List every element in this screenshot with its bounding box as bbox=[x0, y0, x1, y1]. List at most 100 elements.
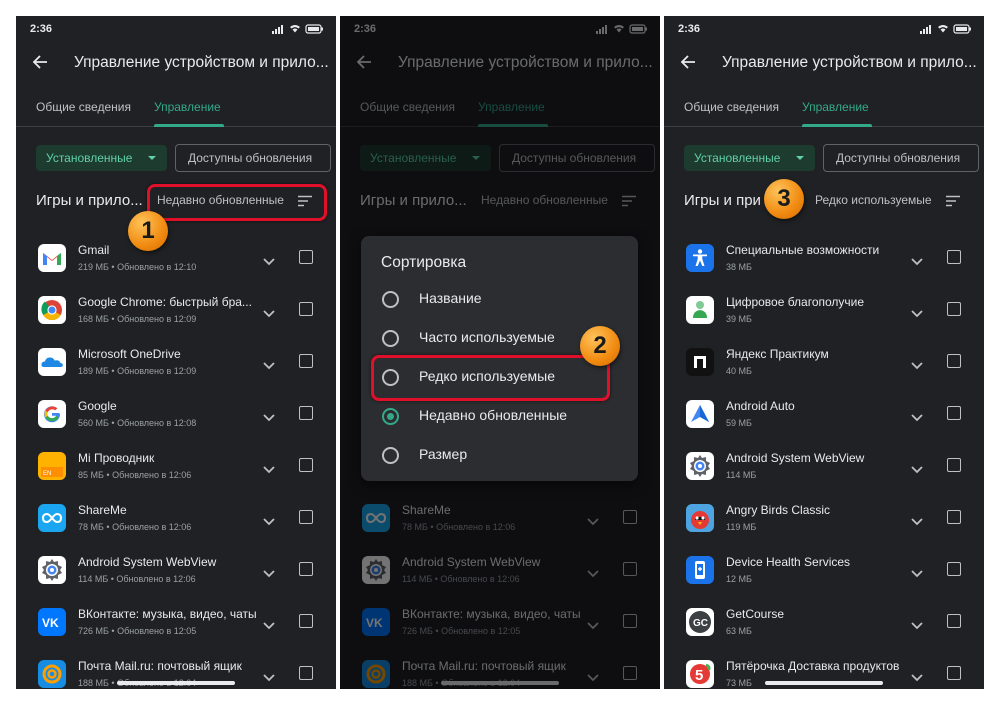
chevron-down-icon[interactable] bbox=[911, 617, 923, 635]
select-checkbox[interactable] bbox=[299, 614, 313, 628]
sort-icon[interactable] bbox=[945, 194, 961, 212]
app-list-item[interactable]: ShareMe 78 МБ • Обновлено в 12:06 bbox=[16, 494, 336, 546]
installed-filter-chip[interactable]: Установленные bbox=[36, 145, 167, 171]
select-checkbox[interactable] bbox=[947, 406, 961, 420]
app-meta: 63 МБ bbox=[726, 626, 752, 636]
updates-chip-label: Доступны обновления bbox=[188, 151, 313, 165]
app-list-item[interactable]: Gmail 219 МБ • Обновлено в 12:10 bbox=[16, 234, 336, 286]
select-checkbox[interactable] bbox=[947, 354, 961, 368]
app-name: Mi Проводник bbox=[78, 451, 155, 465]
radio-button-selected[interactable] bbox=[382, 408, 399, 425]
tab-manage[interactable]: Управление bbox=[802, 100, 869, 114]
chevron-down-icon[interactable] bbox=[911, 669, 923, 687]
chevron-down-icon[interactable] bbox=[263, 461, 275, 479]
app-meta: 59 МБ bbox=[726, 418, 752, 428]
dropdown-caret-icon bbox=[148, 156, 156, 160]
chevron-down-icon[interactable] bbox=[911, 253, 923, 271]
app-list-item[interactable]: Device Health Services 12 МБ bbox=[664, 546, 984, 598]
angry-birds-icon bbox=[686, 504, 714, 532]
select-checkbox[interactable] bbox=[947, 510, 961, 524]
select-checkbox[interactable] bbox=[299, 302, 313, 316]
section-heading: Игры и при bbox=[684, 192, 761, 209]
chevron-down-icon[interactable] bbox=[263, 253, 275, 271]
app-list-item[interactable]: Google Chrome: быстрый бра... 168 МБ • Об… bbox=[16, 286, 336, 338]
back-arrow-icon[interactable] bbox=[32, 54, 48, 75]
app-name: Android System WebView bbox=[78, 555, 217, 569]
svg-text:VK: VK bbox=[42, 616, 59, 630]
app-name: Angry Birds Classic bbox=[726, 503, 831, 517]
chevron-down-icon[interactable] bbox=[263, 617, 275, 635]
select-checkbox[interactable] bbox=[947, 458, 961, 472]
app-list-item[interactable]: Android System WebView 114 МБ bbox=[664, 442, 984, 494]
radio-button[interactable] bbox=[382, 291, 399, 308]
chevron-down-icon[interactable] bbox=[911, 357, 923, 375]
chevron-down-icon[interactable] bbox=[911, 409, 923, 427]
app-list-item[interactable]: VK ВКонтакте: музыка, видео, чаты 726 МБ •… bbox=[16, 598, 336, 650]
android-auto-icon bbox=[686, 400, 714, 428]
app-list-item[interactable]: Angry Birds Classic 119 МБ bbox=[664, 494, 984, 546]
back-arrow-icon[interactable] bbox=[680, 54, 696, 75]
select-checkbox[interactable] bbox=[299, 406, 313, 420]
app-meta: 168 МБ • Обновлено в 12:09 bbox=[78, 314, 197, 324]
app-list-item[interactable]: Google 560 МБ • Обновлено в 12:08 bbox=[16, 390, 336, 442]
status-time: 2:36 bbox=[30, 23, 53, 35]
wellbeing-icon bbox=[686, 296, 714, 324]
app-list-item[interactable]: Android Auto 59 МБ bbox=[664, 390, 984, 442]
select-checkbox[interactable] bbox=[947, 614, 961, 628]
app-list-item[interactable]: GC GetCourse 63 МБ bbox=[664, 598, 984, 650]
chevron-down-icon[interactable] bbox=[911, 305, 923, 323]
chevron-down-icon[interactable] bbox=[263, 513, 275, 531]
chevron-down-icon[interactable] bbox=[263, 305, 275, 323]
tab-overview[interactable]: Общие сведения bbox=[36, 100, 131, 114]
select-checkbox[interactable] bbox=[299, 510, 313, 524]
sort-button[interactable]: Редко используемые bbox=[815, 193, 932, 207]
app-bar: Управление устройством и прило... bbox=[664, 42, 984, 84]
app-meta: 38 МБ bbox=[726, 262, 752, 272]
radio-button[interactable] bbox=[382, 330, 399, 347]
select-checkbox[interactable] bbox=[299, 458, 313, 472]
home-indicator bbox=[117, 681, 235, 685]
chevron-down-icon[interactable] bbox=[263, 357, 275, 375]
tab-overview[interactable]: Общие сведения bbox=[684, 100, 779, 114]
tab-bar: Общие сведения Управление bbox=[16, 96, 336, 127]
chevron-down-icon[interactable] bbox=[911, 461, 923, 479]
select-checkbox[interactable] bbox=[947, 302, 961, 316]
sort-option-recent[interactable]: Недавно обновленные bbox=[361, 397, 638, 435]
select-checkbox[interactable] bbox=[299, 562, 313, 576]
select-checkbox[interactable] bbox=[947, 562, 961, 576]
chevron-down-icon[interactable] bbox=[911, 513, 923, 531]
highlight-sort-button bbox=[147, 184, 327, 221]
chevron-down-icon[interactable] bbox=[263, 565, 275, 583]
installed-filter-chip[interactable]: Установленные bbox=[684, 145, 815, 171]
tab-manage[interactable]: Управление bbox=[154, 100, 221, 114]
device-health-icon bbox=[686, 556, 714, 584]
app-list-item[interactable]: Цифровое благополучие 39 МБ bbox=[664, 286, 984, 338]
app-list-item[interactable]: Microsoft OneDrive 189 МБ • Обновлено в 1… bbox=[16, 338, 336, 390]
app-list-item[interactable]: Яндекс Практикум 40 МБ bbox=[664, 338, 984, 390]
select-checkbox[interactable] bbox=[299, 250, 313, 264]
updates-filter-chip[interactable]: Доступны обновления bbox=[823, 144, 979, 172]
mailru-icon bbox=[38, 660, 66, 688]
gmail-icon bbox=[38, 244, 66, 272]
app-name: GetCourse bbox=[726, 607, 785, 621]
app-list-item[interactable]: Специальные возможности 38 МБ bbox=[664, 234, 984, 286]
chrome-icon bbox=[38, 296, 66, 324]
app-list-item[interactable]: Android System WebView 114 МБ • Обновлено… bbox=[16, 546, 336, 598]
select-checkbox[interactable] bbox=[947, 250, 961, 264]
select-checkbox[interactable] bbox=[947, 666, 961, 680]
select-checkbox[interactable] bbox=[299, 354, 313, 368]
page-title: Управление устройством и прило... bbox=[722, 54, 977, 71]
chevron-down-icon[interactable] bbox=[263, 669, 275, 687]
chevron-down-icon[interactable] bbox=[263, 409, 275, 427]
radio-button[interactable] bbox=[382, 447, 399, 464]
app-list-item[interactable]: EN Mi Проводник 85 МБ • Обновлено в 12:06 bbox=[16, 442, 336, 494]
updates-filter-chip[interactable]: Доступны обновления bbox=[175, 144, 331, 172]
select-checkbox[interactable] bbox=[299, 666, 313, 680]
chevron-down-icon[interactable] bbox=[911, 565, 923, 583]
sort-option-name[interactable]: Название bbox=[361, 280, 638, 318]
accessibility-icon bbox=[686, 244, 714, 272]
app-name: Microsoft OneDrive bbox=[78, 347, 181, 361]
step-badge-2: 2 bbox=[580, 326, 620, 366]
sort-option-size[interactable]: Размер bbox=[361, 436, 638, 474]
app-name: Device Health Services bbox=[726, 555, 851, 569]
